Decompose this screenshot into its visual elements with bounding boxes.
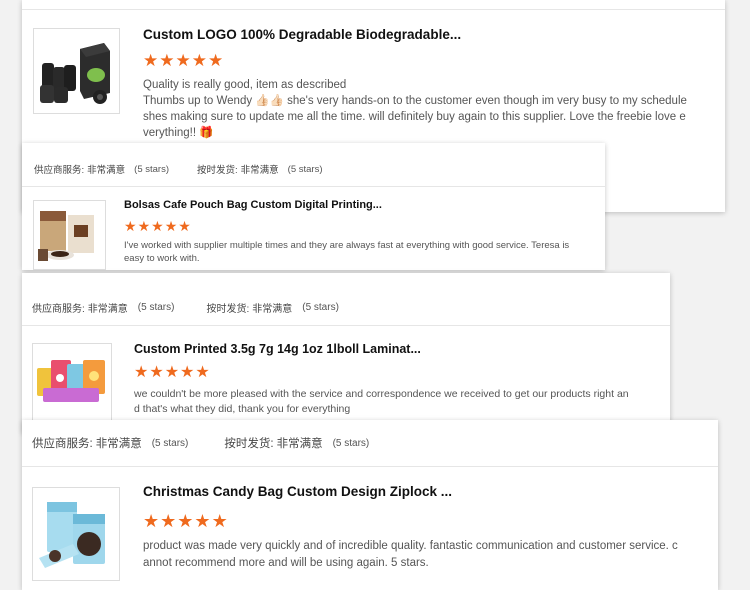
review-card: 供应商服务: 非常满意 (5 stars) 按时发货: 非常满意 (5 star…	[22, 273, 670, 433]
supplier-service-rating: 供应商服务: 非常满意 (5 stars)	[32, 435, 188, 451]
on-time-delivery-label: 按时发货:	[206, 304, 250, 315]
review-line: Quality is really good, item as describe…	[143, 79, 347, 91]
product-title[interactable]: Christmas Candy Bag Custom Design Ziploc…	[143, 484, 452, 499]
supplier-service-value: 非常满意	[87, 304, 128, 315]
star-icon: ★	[211, 511, 228, 531]
rating-summary: 供应商服务: 非常满意 (5 stars) 按时发货: 非常满意 (5 star…	[22, 300, 670, 315]
review-line: we couldn't be more pleased with the ser…	[134, 388, 629, 400]
product-image[interactable]	[33, 200, 106, 270]
product-image[interactable]	[32, 343, 112, 423]
rating-summary: 供应商服务: 非常满意 (5 stars) 按时发货: 非常满意 (5 star…	[22, 162, 605, 177]
star-icon: ★	[178, 218, 191, 234]
star-icon: ★	[164, 364, 180, 381]
star-icon: ★	[195, 364, 210, 381]
rating-stars: ★ ★ ★ ★ ★	[143, 52, 224, 69]
printed-mylar-bags-icon	[37, 360, 105, 402]
on-time-delivery-stars: (5 stars)	[302, 302, 339, 313]
divider	[22, 466, 718, 467]
review-text: product was made very quickly and of inc…	[143, 538, 711, 572]
star-icon: ★	[208, 51, 224, 70]
on-time-delivery-value: 非常满意	[276, 438, 323, 450]
star-icon: ★	[137, 218, 151, 234]
on-time-delivery-rating: 按时发货: 非常满意 (5 stars)	[224, 435, 369, 451]
star-icon: ★	[159, 51, 175, 70]
on-time-delivery-label: 按时发货:	[197, 165, 238, 176]
divider	[22, 325, 670, 326]
product-image[interactable]	[33, 28, 120, 114]
review-text: Quality is really good, item as describe…	[143, 77, 713, 141]
star-icon: ★	[160, 511, 177, 531]
supplier-service-label: 供应商服务:	[32, 438, 93, 450]
review-line: easy to work with.	[124, 253, 200, 264]
star-icon: ★	[124, 218, 137, 234]
rating-summary: 供应商服务: 非常满意 (5 stars) 按时发货: 非常满意 (5 star…	[22, 435, 718, 451]
supplier-service-rating: 供应商服务: 非常满意 (5 stars)	[34, 162, 169, 177]
rating-stars: ★ ★ ★ ★ ★	[134, 365, 211, 381]
review-text: I've worked with supplier multiple times…	[124, 239, 594, 265]
product-title[interactable]: Custom LOGO 100% Degradable Biodegradabl…	[143, 27, 461, 42]
product-title[interactable]: Bolsas Cafe Pouch Bag Custom Digital Pri…	[124, 199, 382, 211]
star-icon: ★	[149, 364, 164, 381]
review-line: Thumbs up to Wendy 👍🏻👍🏻 she's very hands…	[143, 95, 687, 107]
rating-stars: ★ ★ ★ ★ ★	[143, 512, 229, 530]
divider	[22, 186, 605, 187]
star-icon: ★	[194, 511, 211, 531]
on-time-delivery-label: 按时发货:	[224, 438, 274, 450]
star-icon: ★	[191, 51, 207, 70]
supplier-service-value: 非常满意	[95, 438, 142, 450]
on-time-delivery-value: 非常满意	[240, 165, 279, 176]
ziplock-candy-bag-icon	[39, 502, 105, 568]
on-time-delivery-stars: (5 stars)	[287, 163, 323, 175]
star-icon: ★	[143, 511, 160, 531]
star-icon: ★	[175, 51, 191, 70]
product-title[interactable]: Custom Printed 3.5g 7g 14g 1oz 1lboll La…	[134, 342, 421, 356]
divider	[22, 9, 725, 10]
star-icon: ★	[143, 51, 159, 70]
rating-stars: ★ ★ ★ ★ ★	[124, 219, 192, 233]
on-time-delivery-rating: 按时发货: 非常满意 (5 stars)	[206, 300, 338, 315]
supplier-service-rating: 供应商服务: 非常满意 (5 stars)	[32, 300, 174, 315]
review-line: annot recommend more and will be using a…	[143, 557, 429, 569]
on-time-delivery-stars: (5 stars)	[332, 437, 370, 449]
review-line: verything!! 🎁	[143, 127, 214, 139]
review-card: 供应商服务: 非常满意 (5 stars) 按时发货: 非常满意 (5 star…	[22, 143, 605, 270]
supplier-service-stars: (5 stars)	[137, 302, 175, 313]
review-text: we couldn't be more pleased with the ser…	[134, 387, 664, 417]
coffee-pouch-icon	[38, 211, 94, 261]
review-line: d that's what they did, thank you for ev…	[134, 403, 351, 415]
on-time-delivery-value: 非常满意	[252, 304, 293, 315]
star-icon: ★	[180, 364, 195, 381]
review-line: I've worked with supplier multiple times…	[124, 240, 570, 251]
review-line: product was made very quickly and of inc…	[143, 540, 678, 552]
star-icon: ★	[134, 364, 149, 381]
review-line: shes making sure to update me all the ti…	[143, 111, 686, 123]
product-image[interactable]	[32, 487, 120, 581]
supplier-service-value: 非常满意	[87, 165, 126, 176]
star-icon: ★	[177, 511, 194, 531]
star-icon: ★	[164, 218, 178, 234]
review-card: 供应商服务: 非常满意 (5 stars) 按时发货: 非常满意 (5 star…	[22, 420, 718, 590]
dog-poop-bag-rolls-icon	[40, 43, 110, 104]
supplier-service-stars: (5 stars)	[134, 163, 169, 175]
on-time-delivery-rating: 按时发货: 非常满意 (5 stars)	[197, 162, 323, 177]
supplier-service-stars: (5 stars)	[151, 437, 189, 449]
star-icon: ★	[151, 218, 164, 234]
supplier-service-label: 供应商服务:	[34, 165, 85, 176]
supplier-service-label: 供应商服务:	[32, 304, 85, 315]
